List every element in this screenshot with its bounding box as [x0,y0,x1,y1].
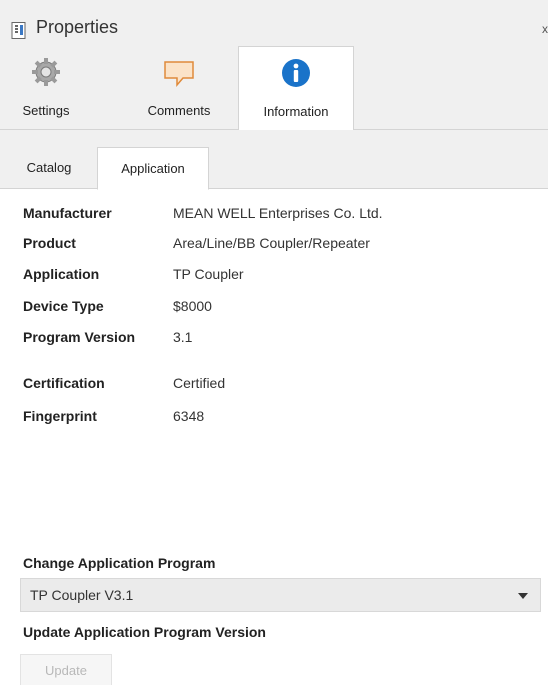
selected-program: TP Coupler V3.1 [30,587,134,603]
detail-value: 6348 [173,408,205,424]
update-version-label: Update Application Program Version [23,624,266,640]
tab-information-label: Information [263,104,329,119]
sub-tab-bar: Catalog Application [0,130,548,190]
comment-icon [163,56,195,88]
close-button[interactable]: x [542,22,548,36]
detail-key: Program Version [23,329,136,345]
gear-icon [30,56,62,88]
detail-value: TP Coupler [173,266,244,282]
tab-information[interactable]: Information [238,46,354,131]
application-program-select[interactable]: TP Coupler V3.1 [20,578,541,612]
tab-comments-label: Comments [147,103,211,118]
window-title: Properties [36,17,119,37]
tab-catalog[interactable]: Catalog [10,147,88,189]
detail-value: $8000 [173,298,212,314]
detail-key: Device Type [23,298,104,314]
update-button[interactable]: Update [20,654,112,685]
top-tab-bar: Settings Comments Information [0,46,548,131]
tab-settings-label: Settings [22,103,70,118]
properties-icon [11,22,28,39]
tab-settings[interactable]: Settings [6,46,86,130]
detail-key: Product [23,235,76,251]
detail-value: Area/Line/BB Coupler/Repeater [173,235,370,251]
chevron-down-icon [518,593,528,599]
tab-comments[interactable]: Comments [132,46,226,130]
detail-key: Certification [23,375,105,391]
detail-value: MEAN WELL Enterprises Co. Ltd. [173,205,383,221]
detail-value: Certified [173,375,226,391]
detail-value: 3.1 [173,329,193,345]
detail-key: Application [23,266,100,282]
tab-catalog-label: Catalog [26,160,72,175]
change-application-program-label: Change Application Program [23,555,216,571]
information-panel: Manufacturer MEAN WELL Enterprises Co. L… [0,190,548,685]
detail-key: Manufacturer [23,205,112,221]
tab-application[interactable]: Application [97,147,209,190]
detail-key: Fingerprint [23,408,97,424]
info-icon [280,57,312,89]
title-bar: Properties x [0,0,548,46]
tab-application-label: Application [121,161,185,176]
